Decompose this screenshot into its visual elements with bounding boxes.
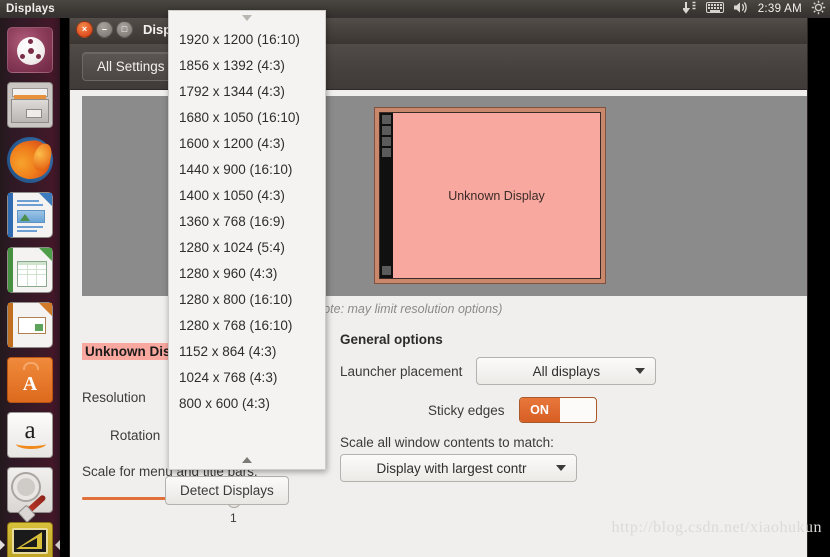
close-icon[interactable]: × — [76, 20, 93, 38]
chevron-up-icon — [242, 15, 252, 21]
sidebar-item-files[interactable] — [6, 81, 54, 129]
menu-item[interactable]: 1280 x 960 (4:3) — [169, 261, 325, 287]
menu-item[interactable]: 1152 x 864 (4:3) — [169, 339, 325, 365]
libreoffice-impress-icon — [7, 302, 53, 348]
menu-item[interactable]: 1280 x 800 (16:10) — [169, 287, 325, 313]
desktop-root: Displays 2:39 AM A a × – □ All Settings … — [0, 0, 830, 557]
firefox-icon — [7, 137, 53, 183]
sidebar-item-libreoffice-impress[interactable] — [6, 301, 54, 349]
chevron-down-icon — [242, 457, 252, 463]
monitor-label: Unknown Display — [448, 188, 545, 203]
menu-item[interactable]: 1400 x 1050 (4:3) — [169, 183, 325, 209]
chevron-down-icon — [556, 465, 566, 471]
display-monitor-tile[interactable]: Unknown Display — [375, 108, 605, 283]
menu-item[interactable]: 800 x 600 (4:3) — [169, 391, 325, 417]
ubuntu-logo-icon — [7, 27, 53, 73]
menu-item[interactable]: 1680 x 1050 (16:10) — [169, 105, 325, 131]
general-options-title: General options — [340, 332, 443, 347]
panel-clock[interactable]: 2:39 AM — [758, 3, 802, 15]
sticky-edges-row: Sticky edges ON — [428, 397, 720, 423]
panel-app-title: Displays — [6, 3, 55, 15]
resolution-label: Resolution — [82, 389, 146, 405]
unity-launcher: A a — [0, 18, 60, 557]
gear-icon[interactable] — [811, 0, 826, 18]
scroll-down-arrow[interactable] — [169, 453, 325, 467]
top-panel: Displays 2:39 AM — [0, 0, 830, 18]
sticky-edges-label: Sticky edges — [428, 402, 505, 418]
slider-value: 1 — [230, 511, 237, 525]
maximize-icon[interactable]: □ — [116, 20, 133, 38]
launcher-placement-value: All displays — [532, 363, 601, 379]
maximize-glyph: □ — [121, 23, 128, 34]
software-center-icon: A — [7, 357, 53, 403]
resolution-note: (Note: may limit resolution options) — [310, 302, 503, 316]
scale-all-select[interactable]: Display with largest contr — [340, 454, 577, 482]
sidebar-item-software-center[interactable]: A — [6, 356, 54, 404]
menu-item[interactable]: 1360 x 768 (16:9) — [169, 209, 325, 235]
detect-displays-button[interactable]: Detect Displays — [165, 476, 289, 505]
sidebar-item-system-settings[interactable] — [6, 466, 54, 516]
keyboard-icon[interactable] — [705, 2, 724, 16]
launcher-placement-select[interactable]: All displays — [476, 357, 657, 385]
displays-icon — [7, 522, 53, 557]
window-controls: × – □ — [76, 20, 133, 38]
menu-item[interactable]: 1920 x 1200 (16:10) — [169, 27, 325, 53]
libreoffice-writer-icon — [7, 192, 53, 238]
all-settings-button[interactable]: All Settings — [82, 52, 180, 81]
sidebar-item-displays[interactable] — [0, 521, 60, 557]
menu-item[interactable]: 1024 x 768 (4:3) — [169, 365, 325, 391]
libreoffice-calc-icon — [7, 247, 53, 293]
panel-indicators: 2:39 AM — [681, 0, 826, 18]
files-icon — [7, 82, 53, 128]
watermark: http://blog.csdn.net/xiaohukun — [611, 519, 822, 536]
resolution-dropdown-menu[interactable]: 1920 x 1200 (16:10) 1856 x 1392 (4:3) 1792… — [168, 10, 326, 470]
mini-launcher-preview — [380, 113, 393, 278]
minimize-glyph: – — [101, 23, 107, 34]
scale-all-label: Scale all window contents to match: — [340, 435, 554, 450]
scroll-up-arrow[interactable] — [169, 11, 325, 25]
monitor-screen: Unknown Display — [379, 112, 601, 279]
amazon-icon: a — [7, 412, 53, 458]
minimize-icon[interactable]: – — [96, 20, 113, 38]
system-settings-icon — [7, 467, 53, 516]
general-options-column: General options Launcher placement All d… — [340, 332, 720, 482]
sidebar-item-ubuntu-dash[interactable] — [6, 26, 54, 74]
launcher-placement-row: Launcher placement All displays — [340, 357, 720, 385]
menu-item[interactable]: 1280 x 1024 (5:4) — [169, 235, 325, 261]
close-glyph: × — [81, 23, 88, 34]
sticky-edges-state: ON — [519, 398, 560, 422]
sidebar-item-libreoffice-calc[interactable] — [6, 246, 54, 294]
menu-item[interactable]: 1856 x 1392 (4:3) — [169, 53, 325, 79]
resolution-menu-items: 1920 x 1200 (16:10) 1856 x 1392 (4:3) 1792… — [169, 25, 325, 417]
menu-item[interactable]: 1440 x 900 (16:10) — [169, 157, 325, 183]
menu-item[interactable]: 1792 x 1344 (4:3) — [169, 79, 325, 105]
scale-all-value: Display with largest contr — [376, 460, 527, 476]
volume-icon[interactable] — [733, 1, 749, 17]
launcher-placement-label: Launcher placement — [340, 363, 463, 379]
menu-item[interactable]: 1280 x 768 (16:10) — [169, 313, 325, 339]
sync-download-icon[interactable] — [681, 1, 697, 17]
sticky-edges-toggle[interactable]: ON — [518, 397, 597, 423]
sidebar-item-amazon[interactable]: a — [6, 411, 54, 459]
chevron-down-icon — [635, 368, 646, 374]
rotation-label: Rotation — [110, 427, 161, 443]
sidebar-item-libreoffice-writer[interactable] — [6, 191, 54, 239]
sidebar-item-firefox[interactable] — [6, 136, 54, 184]
menu-item[interactable]: 1600 x 1200 (4:3) — [169, 131, 325, 157]
